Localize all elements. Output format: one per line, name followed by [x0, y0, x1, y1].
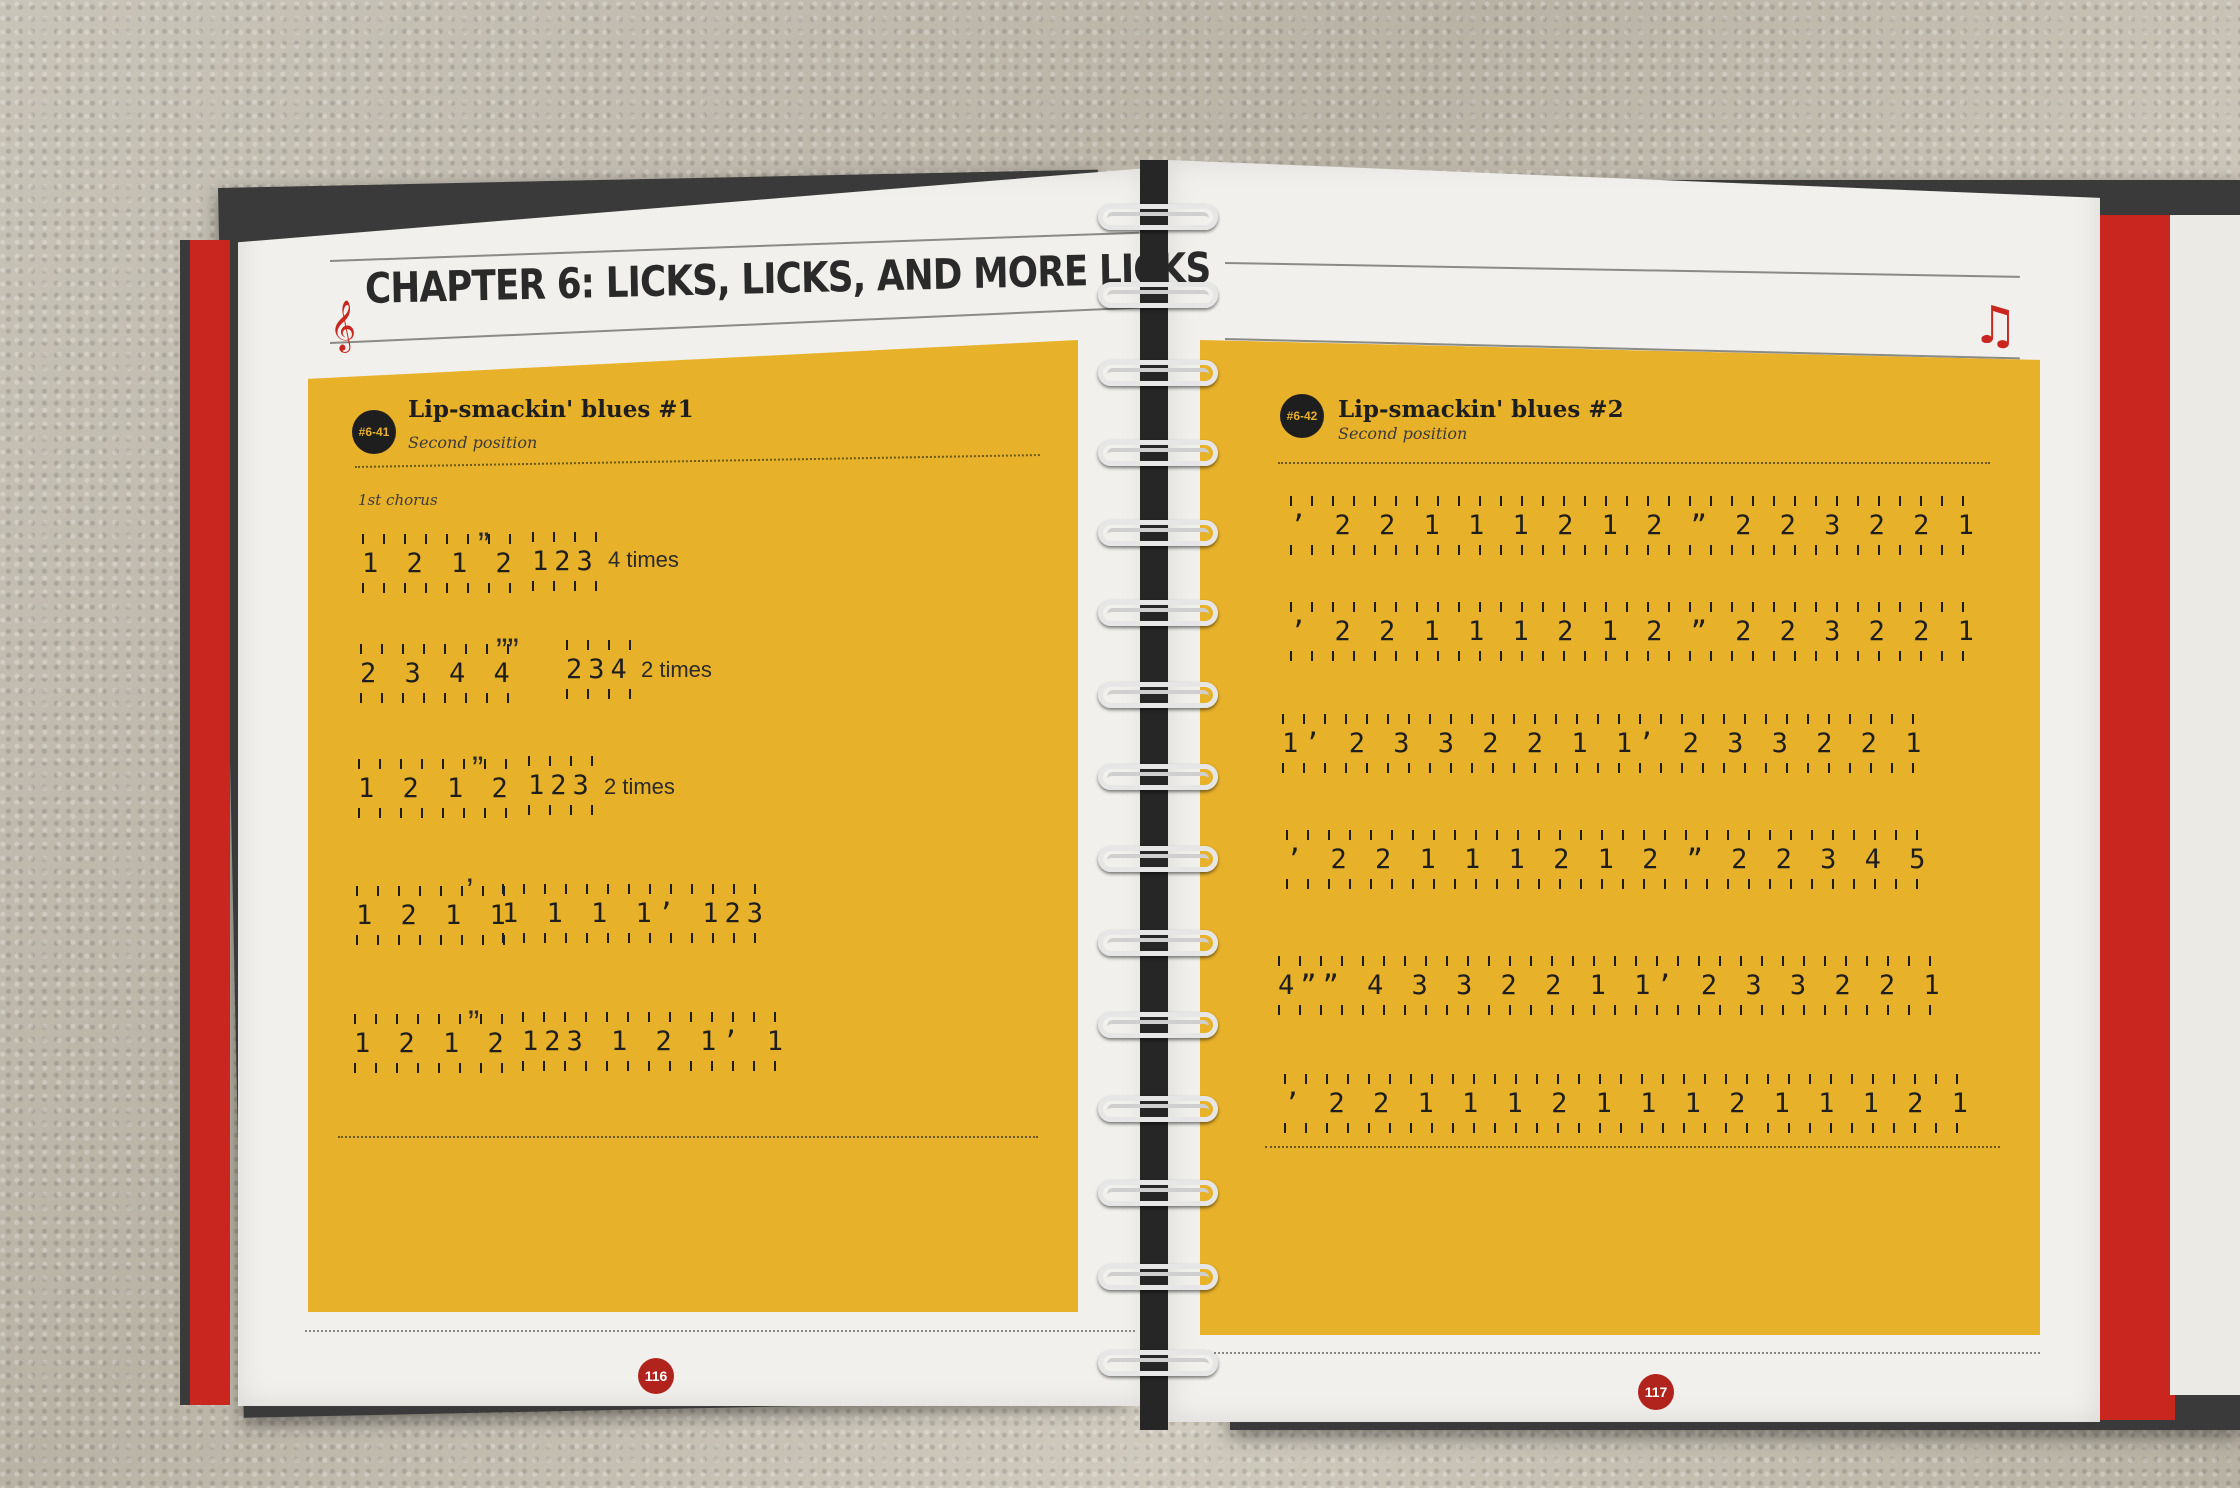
tab-line-right-2: ’ 2 2 1 1 1 2 1 2 ” 2 2 3 2 2 1 [1290, 602, 1980, 661]
tab-line-right-6: ’ 2 2 1 1 1 2 1 1 1 2 1 1 1 2 1 [1284, 1074, 1974, 1133]
breath-mark-left-4: ’ [466, 872, 474, 910]
repeat-label-left-2: 2 times [641, 657, 712, 682]
tab-line-left-4: 1 2 1 1 [356, 886, 512, 945]
binding-ring [1098, 520, 1218, 546]
binding-ring [1098, 1350, 1218, 1376]
red-edge-left [180, 240, 230, 1405]
breath-mark-left-3: ” [472, 750, 484, 788]
right-footer-rule [1185, 1352, 2040, 1354]
tab-chord-left-2: 234 [566, 640, 633, 699]
binding-ring [1098, 204, 1218, 230]
binding-ring [1098, 282, 1218, 308]
tab-chord-left-5: 123 1 2 1’ 1 [522, 1012, 790, 1071]
binding-ring [1098, 764, 1218, 790]
track-badge-right: #6-42 [1280, 394, 1324, 438]
tab-chord-left-4: 1 1 1 1’ 123 [502, 884, 770, 943]
track-badge-left: #6-41 [352, 410, 396, 454]
section-title-right: Lip-smackin' blues #2 [1338, 396, 1624, 423]
right-section-rule [1278, 462, 1990, 464]
treble-clef-icon: 𝄞 [330, 300, 357, 351]
binding-ring [1098, 1180, 1218, 1206]
chapter-title-prefix: CHAPTER 6: [364, 258, 607, 313]
music-note-icon: ♫ [1972, 296, 2019, 356]
repeat-label-left-3: 2 times [604, 774, 675, 799]
tab-line-left-5: 1 2 1 2 [354, 1014, 510, 1073]
section-title-left: Lip-smackin' blues #1 [408, 396, 694, 423]
tab-chord-left-3: 123 [528, 756, 595, 815]
binding-ring [1098, 360, 1218, 386]
tab-line-right-5: 4”” 4 3 3 2 2 1 1’ 2 3 3 2 2 1 [1278, 956, 1946, 1015]
page-number-right: 117 [1638, 1374, 1674, 1410]
binding-ring [1098, 600, 1218, 626]
left-bottom-rule [338, 1136, 1038, 1138]
left-yellow-panel [308, 340, 1078, 1312]
tab-line-left-3: 1 2 1 2 [358, 759, 514, 818]
tab-chord-left-1: 123 [532, 532, 599, 591]
breath-mark-left-5: ” [468, 1004, 480, 1042]
tab-line-right-4: ’ 2 2 1 1 1 2 1 2 ” 2 2 3 4 5 [1286, 830, 1932, 889]
right-bottom-rule [1265, 1146, 2000, 1148]
binding-ring [1098, 846, 1218, 872]
tab-line-left-1: 1 2 1 2 [362, 534, 518, 593]
breath-mark-left-2: ”” [496, 632, 519, 670]
binding-ring [1098, 1264, 1218, 1290]
left-footer-rule [305, 1330, 1135, 1332]
tab-line-right-1: ’ 2 2 1 1 1 2 1 2 ” 2 2 3 2 2 1 [1290, 496, 1980, 555]
tab-line-left-2: 2 3 4 4 [360, 644, 516, 703]
binding-ring [1098, 1096, 1218, 1122]
section-subtitle-left: Second position [408, 433, 538, 452]
chorus-label: 1st chorus [358, 491, 438, 509]
binding-ring [1098, 1012, 1218, 1038]
spine [1140, 160, 1168, 1430]
binding-ring [1098, 930, 1218, 956]
repeat-label-left-1: 4 times [608, 547, 679, 572]
breath-mark-left-1: ” [478, 526, 490, 564]
back-sheet-right [2170, 215, 2240, 1395]
section-subtitle-right: Second position [1338, 424, 1468, 443]
binding-ring [1098, 682, 1218, 708]
tab-line-right-3: 1’ 2 3 3 2 2 1 1’ 2 3 3 2 2 1 [1282, 714, 1928, 773]
binding-ring [1098, 440, 1218, 466]
page-number-left: 116 [638, 1358, 674, 1394]
